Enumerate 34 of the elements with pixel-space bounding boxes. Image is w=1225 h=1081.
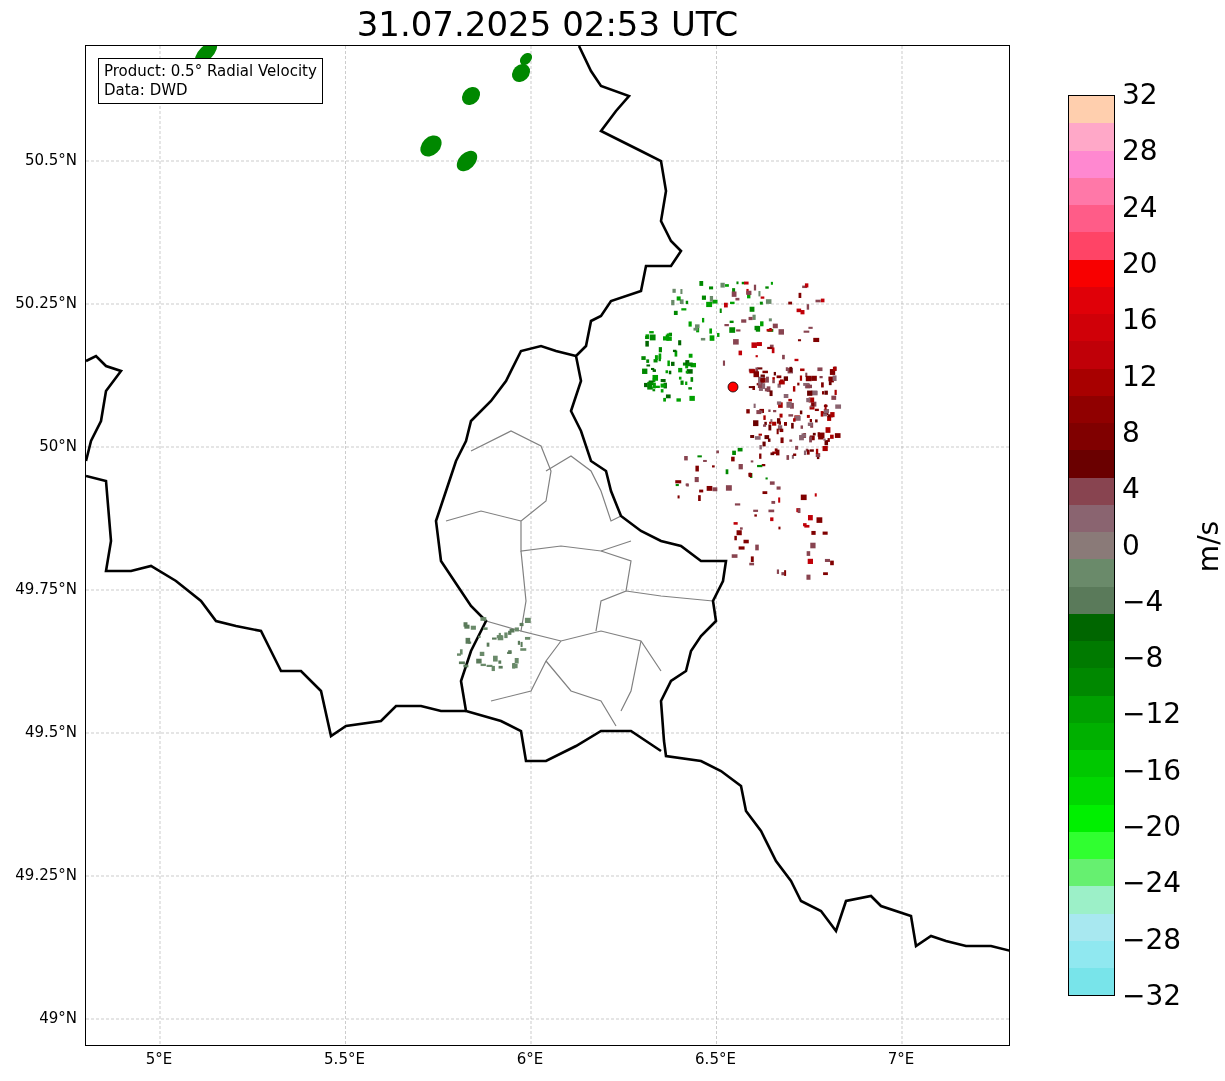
colorbar-tick-label: −12 <box>1122 698 1182 731</box>
colorbar-tick-label: −8 <box>1122 642 1164 675</box>
colorbar-tick-label: 0 <box>1122 529 1140 562</box>
longitude-label: 5°E <box>144 1050 174 1068</box>
colorbar-tick-label: 24 <box>1122 191 1158 224</box>
colorbar-tick-label: −24 <box>1122 867 1182 900</box>
colorbar-tick-label: 20 <box>1122 247 1158 280</box>
colorbar-tick-label: 12 <box>1122 360 1158 393</box>
longitude-label: 7°E <box>886 1050 916 1068</box>
info-text: Product: 0.5° Radial Velocity <box>104 62 317 81</box>
radar-site-marker <box>727 381 739 393</box>
longitude-label: 5.5°E <box>323 1050 366 1068</box>
latitude-label: 50.5°N <box>24 151 77 169</box>
colorbar-tick-label: −4 <box>1122 585 1164 618</box>
colorbar-tick-label: 16 <box>1122 304 1158 337</box>
info-text: Data: DWD <box>104 81 189 100</box>
latitude-label: 50°N <box>39 437 77 455</box>
longitude-label: 6.5°E <box>694 1050 737 1068</box>
colorbar-tick-label: −16 <box>1122 754 1182 787</box>
colorbar-tick-label: 8 <box>1122 416 1140 449</box>
latitude-label: 50.25°N <box>15 294 77 312</box>
latitude-label: 49.25°N <box>15 866 77 884</box>
latitude-label: 49.75°N <box>15 580 77 598</box>
colorbar-tick-label: −28 <box>1122 923 1182 956</box>
colorbar-tick-label: −20 <box>1122 811 1182 844</box>
colorbar-tick-label: −32 <box>1122 980 1182 1012</box>
chart-title: 31.07.2025 02:53 UTC <box>355 4 740 44</box>
colorbar-label: m/s <box>1192 520 1225 573</box>
latitude-label: 49.5°N <box>24 723 77 741</box>
colorbar-tick-label: 32 <box>1122 79 1158 111</box>
longitude-label: 6°E <box>515 1050 545 1068</box>
latitude-label: 49°N <box>39 1009 77 1027</box>
colorbar-tick-label: 4 <box>1122 473 1140 506</box>
colorbar-tick-label: 28 <box>1122 135 1158 168</box>
